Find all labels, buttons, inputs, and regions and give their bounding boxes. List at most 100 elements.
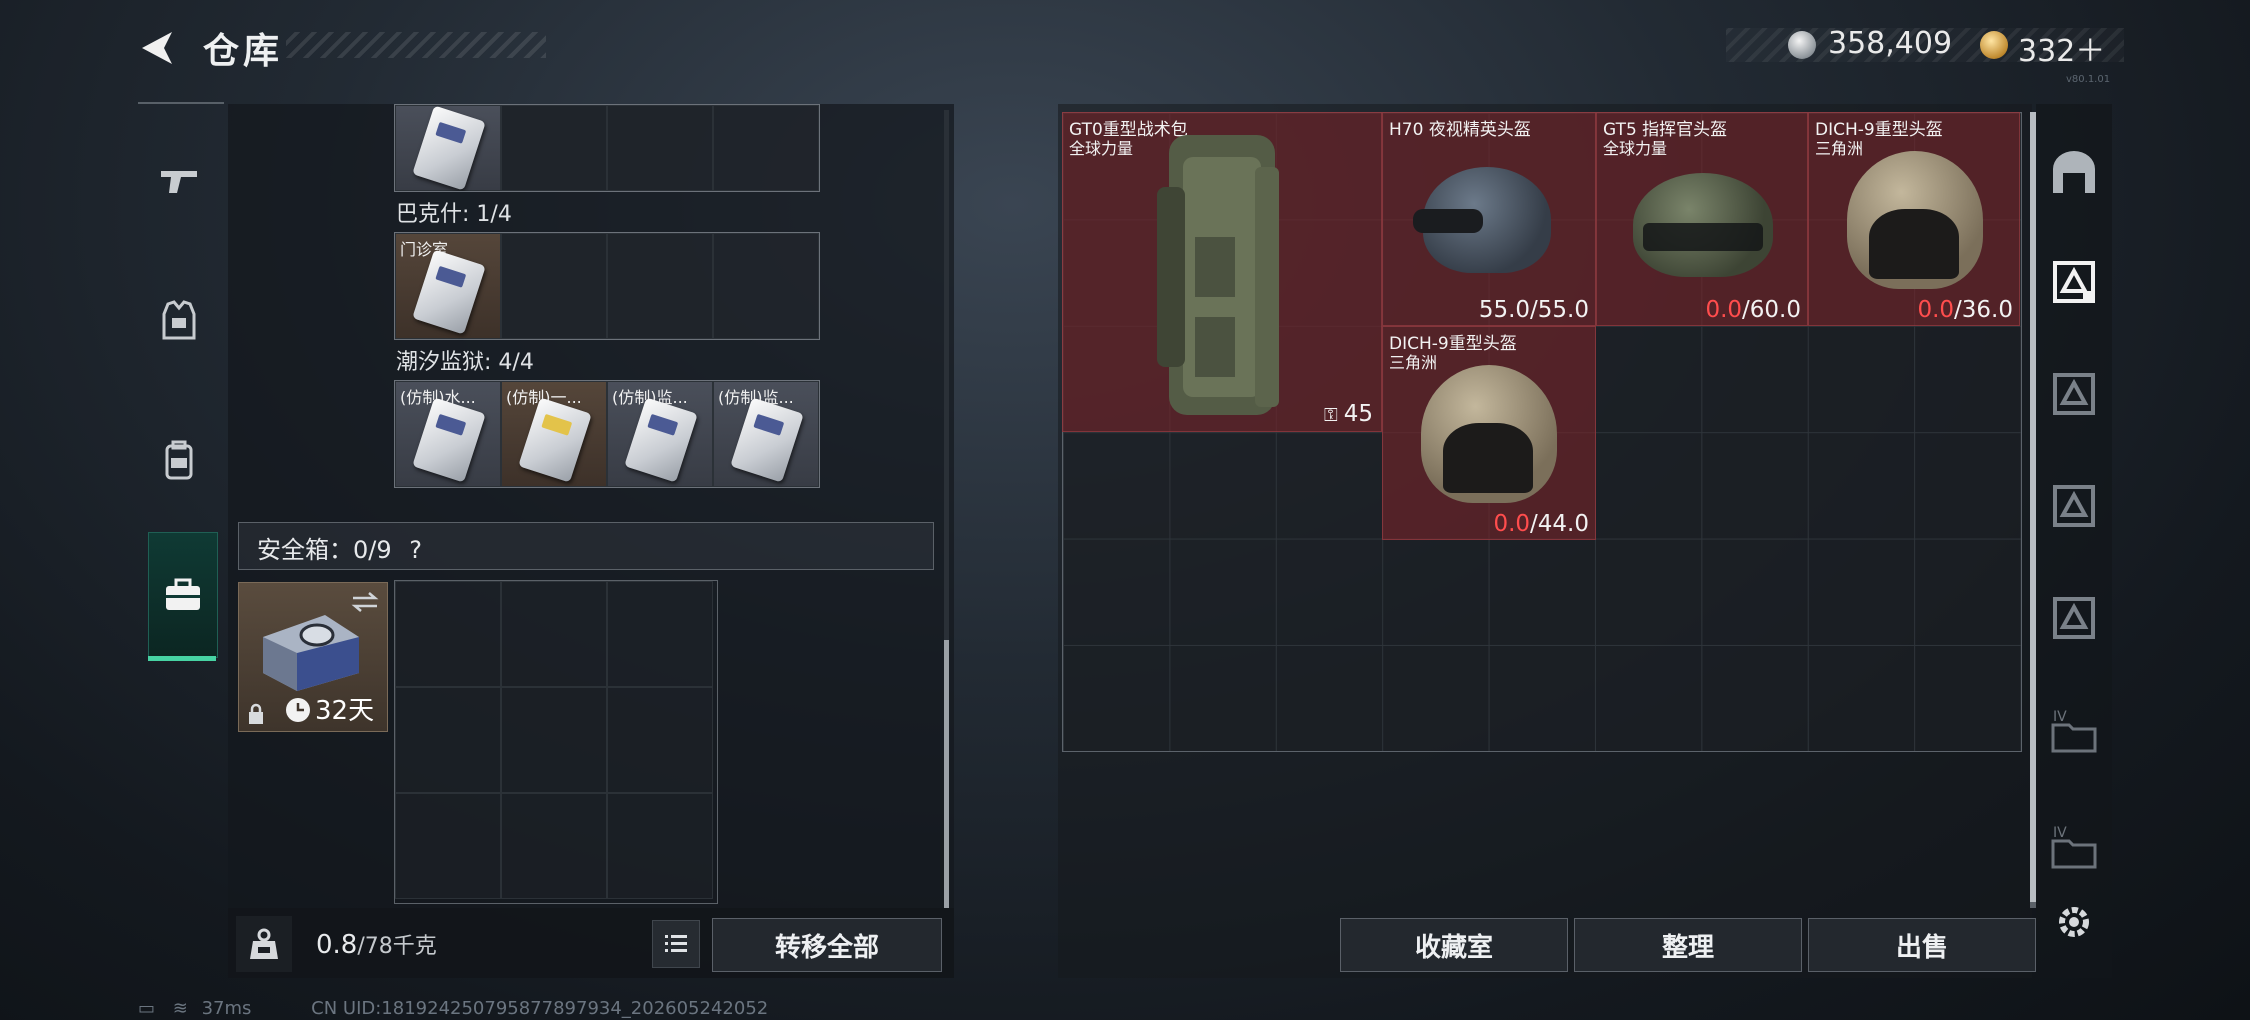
settings-button[interactable] [2044, 892, 2104, 952]
empty-slot[interactable] [713, 233, 819, 339]
stash-item-h70-helmet[interactable]: H70 夜视精英头盔 55.0/55.0 [1382, 112, 1596, 326]
organize-button[interactable]: 整理 [1574, 918, 1802, 972]
stash-page-overview-button[interactable] [2044, 142, 2104, 202]
container-label-bakshi: 巴克什: 1/4 [396, 202, 512, 227]
svg-text:IV: IV [2053, 709, 2067, 725]
empty-slot[interactable] [713, 105, 819, 191]
status-bar: ▭ ≋ 37ms CN UID:18192425079587789​7934_2… [138, 998, 768, 1019]
inventory-item[interactable]: 门诊室 [395, 233, 501, 339]
empty-slot[interactable] [395, 581, 501, 687]
stash-page-iv-button[interactable]: IV [2044, 818, 2104, 878]
empty-slot[interactable] [501, 793, 607, 899]
list-view-button[interactable] [652, 920, 700, 968]
empty-slot[interactable] [607, 687, 713, 793]
durability-max: /55.0 [1530, 297, 1589, 323]
empty-slot[interactable] [501, 233, 607, 339]
stash-page-1-button[interactable] [2044, 252, 2104, 312]
keycard-icon [518, 397, 592, 483]
folder-iv-icon: IV [2051, 825, 2097, 869]
safe-box-item[interactable]: 32天 [238, 582, 388, 732]
inventory-item[interactable]: (仿制)监... [607, 381, 713, 487]
stash-item-dich9-helmet[interactable]: DICH-9重型头盔 三角洲 0.0/44.0 [1382, 326, 1596, 540]
night-vision-goggles [1413, 209, 1483, 233]
item-durability: 0.0/60.0 [1705, 297, 1801, 323]
weight-max: /78千克 [357, 934, 437, 959]
stash-page-icon [2053, 597, 2095, 639]
back-arrow-icon [142, 32, 172, 64]
inventory-item[interactable] [395, 105, 501, 191]
sell-button[interactable]: 出售 [1808, 918, 2036, 972]
item-name: H70 夜视精英头盔 [1389, 120, 1531, 140]
helmet-visor [1643, 223, 1763, 251]
inventory-item[interactable]: (仿制)监... [713, 381, 819, 487]
left-scrollbar-thumb[interactable] [944, 640, 949, 908]
briefcase-icon [166, 578, 200, 610]
safe-box-header: 安全箱：0/9 ? [238, 522, 934, 570]
nav-tab-armor[interactable] [138, 258, 220, 382]
durability-max: /60.0 [1742, 297, 1801, 323]
collection-room-button[interactable]: 收藏室 [1340, 918, 1568, 972]
empty-slot[interactable] [501, 581, 607, 687]
empty-slot[interactable] [501, 105, 607, 191]
helmet-face-opening [1869, 209, 1959, 279]
nav-tab-weapons[interactable] [138, 118, 220, 242]
durability-current: 0.0 [1493, 511, 1531, 537]
item-durability: 0.0/44.0 [1493, 511, 1589, 537]
swap-icon[interactable] [351, 591, 379, 613]
empty-slot[interactable] [501, 687, 607, 793]
battery-icon: ▭ [138, 998, 156, 1019]
clock-icon [286, 698, 310, 722]
empty-slot[interactable] [607, 105, 713, 191]
item-faction: 三角洲 [1815, 139, 1864, 158]
inventory-item[interactable]: (仿制)一... [501, 381, 607, 487]
transfer-all-button[interactable]: 转移全部 [712, 918, 942, 972]
stash-page-3-button[interactable] [2044, 476, 2104, 536]
empty-slot[interactable] [395, 793, 501, 899]
stash-page-2-button[interactable] [2044, 364, 2104, 424]
stash-page-iv-button[interactable]: IV [2044, 702, 2104, 762]
durability-current: 55.0 [1478, 297, 1531, 323]
stash-page-icon [2053, 373, 2095, 415]
right-scrollbar-thumb[interactable] [2030, 112, 2036, 902]
empty-slot[interactable] [607, 581, 713, 687]
back-button[interactable] [138, 28, 178, 68]
arch-icon [2053, 151, 2095, 193]
backpack-image [1157, 135, 1279, 415]
durability-max: /36.0 [1954, 297, 2013, 323]
help-icon[interactable]: ? [409, 536, 422, 564]
weight-icon-box [236, 916, 292, 972]
capacity-value: 45 [1343, 401, 1373, 427]
nav-tab-backpack[interactable] [138, 398, 220, 522]
version-label: v80.1.01 [2066, 74, 2111, 85]
empty-slot[interactable] [395, 687, 501, 793]
durability-max: /44.0 [1530, 511, 1589, 537]
stash-item-backpack[interactable]: GT0重型战术包 全球力量 ⚿ 45 [1062, 112, 1382, 432]
keycard-icon [412, 397, 486, 483]
active-tab-indicator [148, 656, 216, 661]
keycard-icon [412, 105, 486, 191]
item-faction: 全球力量 [1069, 139, 1134, 158]
stash-item-dich9-helmet[interactable]: DICH-9重型头盔 三角洲 0.0/36.0 [1808, 112, 2020, 326]
stash-item-gt5-helmet[interactable]: GT5 指挥官头盔 全球力量 0.0/60.0 [1596, 112, 1808, 326]
pistol-icon [161, 171, 197, 193]
safe-box-grid [394, 580, 718, 904]
inventory-item[interactable]: (仿制)水... [395, 381, 501, 487]
stash-page-icon-active [2053, 261, 2095, 303]
gold-amount[interactable]: 332＋ [2018, 26, 2105, 70]
silver-amount: 358,409 [1828, 26, 1953, 61]
safe-box-days: 32天 [315, 696, 375, 726]
durability-current: 0.0 [1705, 297, 1743, 323]
silver-coin-icon [1788, 31, 1816, 59]
stash-page-4-button[interactable] [2044, 588, 2104, 648]
container-row-bakshi: 门诊室 [394, 232, 820, 340]
gear-icon [2059, 907, 2089, 937]
durability-current: 0.0 [1917, 297, 1955, 323]
empty-slot[interactable] [607, 793, 713, 899]
nav-tab-safe[interactable] [148, 532, 218, 658]
container-row-tidal-prison: (仿制)水... (仿制)一... (仿制)监... (仿制)监... [394, 380, 820, 488]
lock-icon [249, 703, 263, 724]
empty-slot[interactable] [607, 233, 713, 339]
wifi-icon: ≋ [172, 998, 188, 1019]
keycard-icon [730, 397, 804, 483]
container-label-tidal-prison: 潮汐监狱: 4/4 [396, 350, 534, 375]
